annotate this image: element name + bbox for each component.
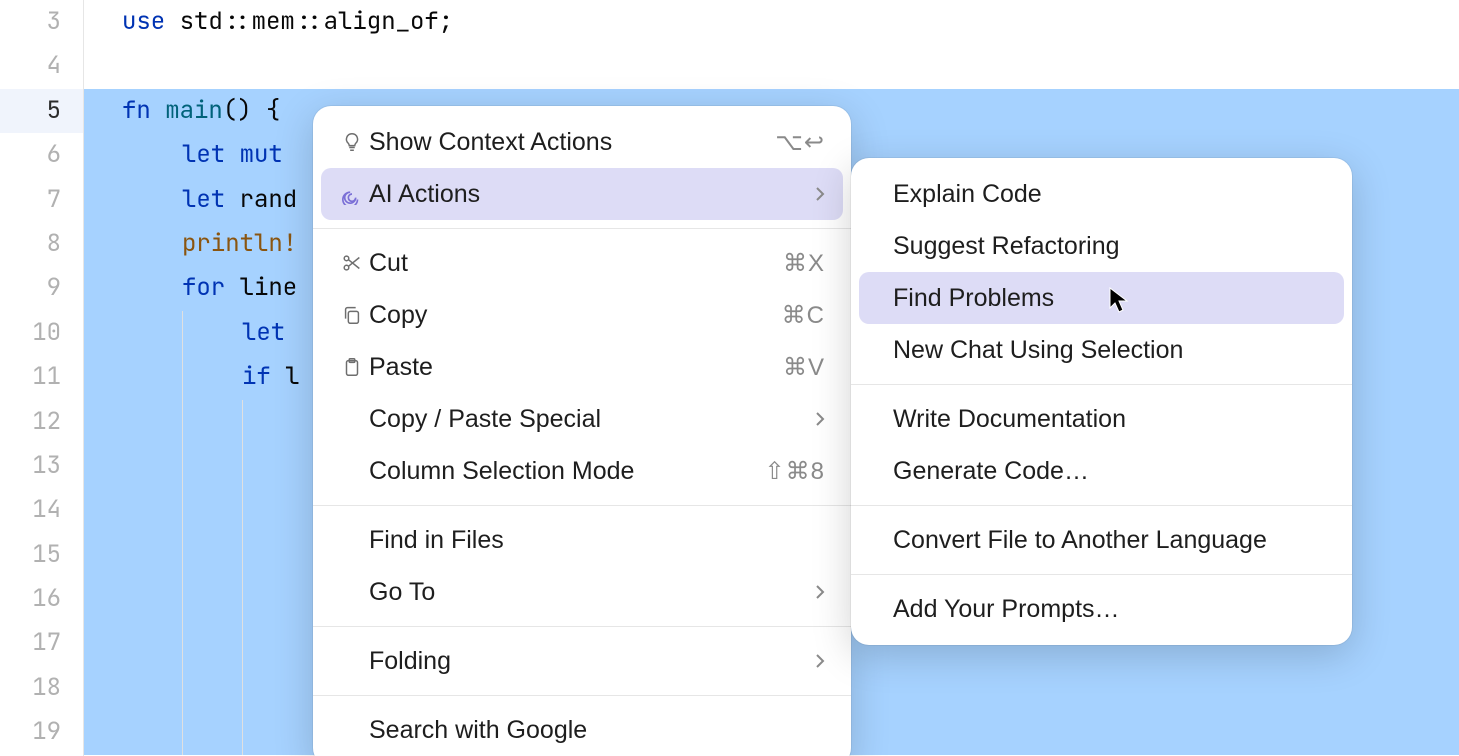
copy-icon (335, 304, 369, 326)
menu-item-add-prompts[interactable]: Add Your Prompts… (859, 583, 1344, 635)
menu-item-go-to[interactable]: Go To (321, 566, 843, 618)
keyword: for (182, 272, 225, 303)
menu-item-context-actions[interactable]: Show Context Actions ⌥↩ (321, 116, 843, 168)
chevron-right-icon (815, 405, 825, 434)
menu-label: Suggest Refactoring (893, 232, 1326, 261)
menu-item-copy[interactable]: Copy ⌘C (321, 289, 843, 341)
clipboard-icon (335, 356, 369, 378)
menu-separator (851, 574, 1352, 575)
line-number: 10 (0, 311, 83, 355)
macro: println! (182, 228, 297, 259)
menu-shortcut: ⌘X (783, 249, 825, 278)
menu-label: New Chat Using Selection (893, 336, 1326, 365)
menu-item-search-google[interactable]: Search with Google (321, 704, 843, 756)
menu-label: Go To (369, 578, 785, 607)
menu-label: Search with Google (369, 716, 825, 745)
menu-item-suggest-refactoring[interactable]: Suggest Refactoring (859, 220, 1344, 272)
code-text: () { (223, 95, 281, 126)
menu-label: Cut (369, 249, 753, 278)
line-number: 8 (0, 222, 83, 266)
menu-item-column-selection[interactable]: Column Selection Mode ⇧⌘8 (321, 445, 843, 497)
menu-shortcut: ⌘V (783, 353, 825, 382)
menu-item-copy-paste-special[interactable]: Copy / Paste Special (321, 393, 843, 445)
code-line[interactable]: use std::mem::align_of; (84, 0, 1459, 44)
menu-shortcut: ⌥↩ (775, 128, 825, 157)
chevron-right-icon (815, 578, 825, 607)
line-number: 6 (0, 133, 83, 177)
menu-separator (313, 228, 851, 229)
keyword: let (182, 184, 225, 215)
menu-label: Find Problems (893, 284, 1326, 313)
line-number: 7 (0, 178, 83, 222)
menu-separator (313, 695, 851, 696)
menu-item-ai-actions[interactable]: AI Actions (321, 168, 843, 220)
menu-label: Generate Code… (893, 457, 1326, 486)
menu-separator (851, 384, 1352, 385)
line-number: 16 (0, 577, 83, 621)
menu-shortcut: ⌘C (782, 301, 825, 330)
menu-separator (313, 626, 851, 627)
line-number-current: 5 (0, 89, 83, 133)
line-number: 18 (0, 666, 83, 710)
scissors-icon (335, 252, 369, 274)
line-number: 12 (0, 400, 83, 444)
line-number: 17 (0, 621, 83, 665)
menu-label: Write Documentation (893, 405, 1326, 434)
line-number: 3 (0, 0, 83, 44)
menu-separator (851, 505, 1352, 506)
code-line[interactable] (84, 44, 1459, 88)
menu-item-find-in-files[interactable]: Find in Files (321, 514, 843, 566)
context-menu[interactable]: Show Context Actions ⌥↩ AI Actions Cut ⌘… (313, 106, 851, 756)
line-number: 13 (0, 444, 83, 488)
keyword: let (182, 139, 225, 170)
menu-label: Copy (369, 301, 752, 330)
line-number: 15 (0, 533, 83, 577)
keyword: use (122, 6, 165, 37)
code-text: std::mem::align_of; (165, 6, 453, 37)
ai-spiral-icon (335, 183, 369, 205)
menu-label: Folding (369, 647, 785, 676)
menu-item-new-chat[interactable]: New Chat Using Selection (859, 324, 1344, 376)
menu-item-generate-code[interactable]: Generate Code… (859, 445, 1344, 497)
code-text: l (271, 361, 300, 392)
code-text: line (225, 272, 297, 303)
line-number: 19 (0, 710, 83, 754)
menu-item-paste[interactable]: Paste ⌘V (321, 341, 843, 393)
menu-label: Explain Code (893, 180, 1326, 209)
menu-item-convert-file[interactable]: Convert File to Another Language (859, 514, 1344, 566)
menu-item-write-doc[interactable]: Write Documentation (859, 393, 1344, 445)
menu-label: Paste (369, 353, 753, 382)
line-number: 4 (0, 44, 83, 88)
chevron-right-icon (815, 647, 825, 676)
keyword: fn (122, 95, 151, 126)
menu-shortcut: ⇧⌘8 (765, 457, 825, 486)
line-number: 11 (0, 355, 83, 399)
chevron-right-icon (815, 180, 825, 209)
menu-label: Show Context Actions (369, 128, 745, 157)
line-number: 9 (0, 266, 83, 310)
menu-item-folding[interactable]: Folding (321, 635, 843, 687)
menu-item-cut[interactable]: Cut ⌘X (321, 237, 843, 289)
code-text: rand (225, 184, 297, 215)
menu-item-find-problems[interactable]: Find Problems (859, 272, 1344, 324)
menu-label: Copy / Paste Special (369, 405, 785, 434)
menu-label: AI Actions (369, 180, 785, 209)
menu-label: Convert File to Another Language (893, 526, 1326, 555)
keyword: mut (225, 139, 283, 170)
menu-separator (313, 505, 851, 506)
menu-label: Find in Files (369, 526, 825, 555)
lightbulb-icon (335, 131, 369, 153)
ai-actions-submenu[interactable]: Explain Code Suggest Refactoring Find Pr… (851, 158, 1352, 645)
keyword: if (242, 361, 271, 392)
keyword: let (242, 317, 285, 348)
gutter: 3 4 5 6 7 8 9 10 11 12 13 14 15 16 17 18… (0, 0, 83, 756)
line-number: 14 (0, 488, 83, 532)
function-name: main (151, 95, 223, 126)
menu-label: Add Your Prompts… (893, 595, 1326, 624)
menu-item-explain-code[interactable]: Explain Code (859, 168, 1344, 220)
menu-label: Column Selection Mode (369, 457, 735, 486)
